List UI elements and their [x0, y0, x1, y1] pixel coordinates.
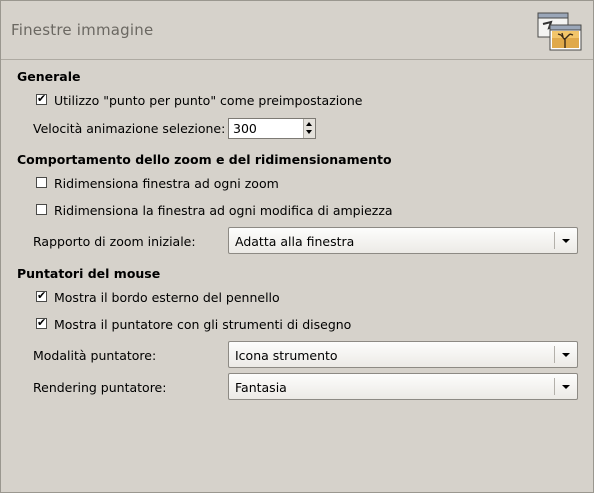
chevron-down-icon[interactable] — [562, 353, 570, 357]
panel-header: Finestre immagine — [1, 1, 593, 60]
check-icon: ✔ — [37, 92, 47, 105]
pointer-render-label: Rendering puntatore: — [33, 380, 167, 395]
pointer-render-select[interactable]: Fantasia — [228, 373, 578, 400]
resize-on-zoom-row[interactable]: Ridimensiona finestra ad ogni zoom — [1, 173, 593, 195]
pointer-mode-label: Modalità puntatore: — [33, 348, 157, 363]
initial-zoom-value: Adatta alla finestra — [235, 234, 355, 249]
brush-outline-row[interactable]: ✔ Mostra il bordo esterno del pennello — [1, 287, 593, 309]
resize-on-size-label: Ridimensiona la finestra ad ogni modific… — [54, 203, 393, 218]
section-zoom-title: Comportamento dello zoom e del ridimensi… — [17, 152, 392, 167]
combo-separator — [554, 378, 555, 395]
spin-buttons[interactable] — [303, 119, 315, 138]
combo-separator — [554, 232, 555, 249]
resize-on-zoom-label: Ridimensiona finestra ad ogni zoom — [54, 176, 279, 191]
paint-tool-pointer-row[interactable]: ✔ Mostra il puntatore con gli strumenti … — [1, 314, 593, 336]
anim-speed-value[interactable]: 300 — [233, 121, 257, 136]
brush-outline-checkbox[interactable]: ✔ — [36, 289, 47, 302]
section-general-title: Generale — [17, 69, 81, 84]
image-windows-icon — [537, 12, 582, 51]
check-icon: ✔ — [37, 316, 47, 329]
brush-outline-label: Mostra il bordo esterno del pennello — [54, 290, 280, 305]
pointer-mode-select[interactable]: Icona strumento — [228, 341, 578, 368]
anim-speed-spinbutton[interactable]: 300 — [228, 118, 316, 139]
resize-on-zoom-checkbox[interactable] — [36, 177, 47, 188]
dot-for-dot-checkbox[interactable]: ✔ — [36, 92, 47, 105]
chevron-down-icon[interactable] — [562, 385, 570, 389]
preferences-panel: Finestre immagine Generale ✔ Utilizzo "p… — [0, 0, 594, 493]
paint-tool-pointer-checkbox[interactable]: ✔ — [36, 316, 47, 329]
spin-down-icon[interactable] — [306, 130, 312, 134]
resize-on-size-row[interactable]: Ridimensiona la finestra ad ogni modific… — [1, 200, 593, 222]
initial-zoom-select[interactable]: Adatta alla finestra — [228, 227, 578, 254]
dot-for-dot-label: Utilizzo "punto per punto" come preimpos… — [54, 93, 363, 108]
page-title: Finestre immagine — [11, 21, 154, 39]
paint-tool-pointer-label: Mostra il puntatore con gli strumenti di… — [54, 317, 352, 332]
anim-speed-label: Velocità animazione selezione: — [33, 121, 226, 136]
dot-for-dot-row[interactable]: ✔ Utilizzo "punto per punto" come preimp… — [1, 90, 593, 112]
section-pointers-title: Puntatori del mouse — [17, 266, 161, 281]
initial-zoom-label: Rapporto di zoom iniziale: — [33, 234, 196, 249]
combo-separator — [554, 346, 555, 363]
pointer-mode-value: Icona strumento — [235, 348, 338, 363]
resize-on-size-checkbox[interactable] — [36, 204, 47, 215]
check-icon: ✔ — [37, 289, 47, 302]
chevron-down-icon[interactable] — [562, 239, 570, 243]
pointer-render-value: Fantasia — [235, 380, 287, 395]
spin-up-icon[interactable] — [306, 122, 312, 126]
